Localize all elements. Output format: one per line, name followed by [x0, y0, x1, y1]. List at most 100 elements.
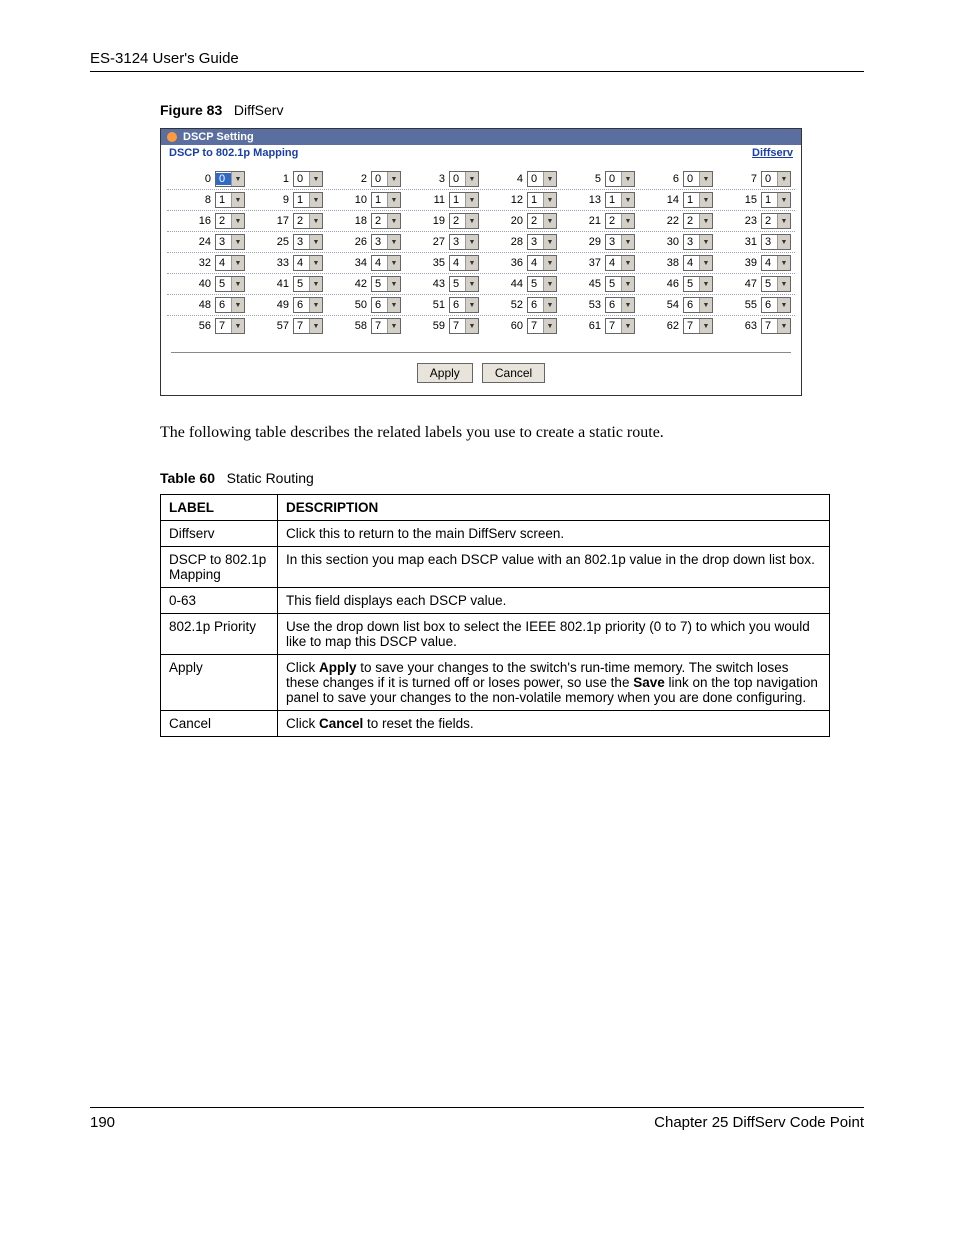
dropdown-arrow-icon: ▼ [699, 172, 712, 186]
priority-select[interactable]: 2▼ [761, 213, 791, 229]
priority-select[interactable]: 5▼ [683, 276, 713, 292]
priority-value: 3 [294, 236, 309, 248]
priority-select[interactable]: 1▼ [215, 192, 245, 208]
dropdown-arrow-icon: ▼ [621, 277, 634, 291]
dscp-cell: 50▼ [557, 171, 635, 187]
priority-value: 3 [450, 236, 465, 248]
priority-select[interactable]: 7▼ [449, 318, 479, 334]
priority-select[interactable]: 4▼ [293, 255, 323, 271]
table-row: 0-63This field displays each DSCP value. [161, 588, 830, 614]
priority-select[interactable]: 0▼ [215, 171, 245, 187]
dscp-cell: 192▼ [401, 213, 479, 229]
priority-select[interactable]: 6▼ [605, 297, 635, 313]
dscp-cell: 121▼ [479, 192, 557, 208]
dropdown-arrow-icon: ▼ [309, 214, 322, 228]
dropdown-arrow-icon: ▼ [621, 256, 634, 270]
priority-select[interactable]: 6▼ [449, 297, 479, 313]
priority-select[interactable]: 7▼ [527, 318, 557, 334]
divider [171, 352, 791, 353]
priority-select[interactable]: 3▼ [527, 234, 557, 250]
dropdown-arrow-icon: ▼ [387, 193, 400, 207]
priority-value: 3 [762, 236, 777, 248]
diffserv-link[interactable]: Diffserv [752, 147, 793, 159]
priority-select[interactable]: 1▼ [449, 192, 479, 208]
priority-select[interactable]: 0▼ [293, 171, 323, 187]
priority-select[interactable]: 2▼ [683, 213, 713, 229]
priority-select[interactable]: 0▼ [527, 171, 557, 187]
priority-select[interactable]: 5▼ [761, 276, 791, 292]
priority-value: 2 [762, 215, 777, 227]
dscp-cell: 141▼ [635, 192, 713, 208]
priority-select[interactable]: 4▼ [449, 255, 479, 271]
priority-select[interactable]: 2▼ [527, 213, 557, 229]
priority-select[interactable]: 5▼ [605, 276, 635, 292]
row-description: Click Cancel to reset the fields. [278, 711, 830, 737]
priority-select[interactable]: 5▼ [527, 276, 557, 292]
priority-select[interactable]: 4▼ [527, 255, 557, 271]
priority-select[interactable]: 6▼ [215, 297, 245, 313]
priority-select[interactable]: 0▼ [449, 171, 479, 187]
dscp-cell: 334▼ [245, 255, 323, 271]
apply-button[interactable]: Apply [417, 363, 473, 383]
priority-select[interactable]: 7▼ [683, 318, 713, 334]
priority-select[interactable]: 7▼ [293, 318, 323, 334]
priority-select[interactable]: 7▼ [761, 318, 791, 334]
priority-select[interactable]: 3▼ [371, 234, 401, 250]
priority-select[interactable]: 1▼ [605, 192, 635, 208]
dropdown-arrow-icon: ▼ [387, 172, 400, 186]
priority-select[interactable]: 5▼ [215, 276, 245, 292]
cancel-button[interactable]: Cancel [482, 363, 545, 383]
priority-select[interactable]: 5▼ [449, 276, 479, 292]
priority-select[interactable]: 2▼ [371, 213, 401, 229]
priority-select[interactable]: 0▼ [371, 171, 401, 187]
priority-select[interactable]: 2▼ [215, 213, 245, 229]
priority-select[interactable]: 2▼ [293, 213, 323, 229]
priority-select[interactable]: 1▼ [683, 192, 713, 208]
priority-select[interactable]: 7▼ [605, 318, 635, 334]
page-number: 190 [90, 1114, 115, 1131]
priority-value: 0 [294, 173, 309, 185]
priority-select[interactable]: 6▼ [371, 297, 401, 313]
priority-select[interactable]: 0▼ [605, 171, 635, 187]
priority-select[interactable]: 3▼ [449, 234, 479, 250]
figure-title: DiffServ [234, 102, 284, 118]
priority-select[interactable]: 4▼ [683, 255, 713, 271]
screenshot-titlebar: DSCP Setting [161, 129, 801, 145]
priority-select[interactable]: 4▼ [215, 255, 245, 271]
priority-select[interactable]: 5▼ [293, 276, 323, 292]
priority-select[interactable]: 3▼ [215, 234, 245, 250]
titlebar-bullet-icon [167, 132, 177, 142]
priority-select[interactable]: 4▼ [605, 255, 635, 271]
priority-select[interactable]: 5▼ [371, 276, 401, 292]
priority-select[interactable]: 6▼ [527, 297, 557, 313]
priority-select[interactable]: 7▼ [371, 318, 401, 334]
priority-select[interactable]: 0▼ [683, 171, 713, 187]
dropdown-arrow-icon: ▼ [387, 235, 400, 249]
dscp-value-label: 46 [661, 278, 679, 290]
priority-select[interactable]: 3▼ [293, 234, 323, 250]
priority-select[interactable]: 6▼ [683, 297, 713, 313]
priority-select[interactable]: 0▼ [761, 171, 791, 187]
priority-select[interactable]: 3▼ [761, 234, 791, 250]
dropdown-arrow-icon: ▼ [465, 277, 478, 291]
priority-select[interactable]: 6▼ [761, 297, 791, 313]
priority-select[interactable]: 6▼ [293, 297, 323, 313]
titlebar-text: DSCP Setting [183, 131, 254, 143]
dropdown-arrow-icon: ▼ [543, 298, 556, 312]
priority-select[interactable]: 1▼ [527, 192, 557, 208]
priority-select[interactable]: 2▼ [605, 213, 635, 229]
priority-select[interactable]: 3▼ [605, 234, 635, 250]
priority-select[interactable]: 4▼ [761, 255, 791, 271]
priority-select[interactable]: 1▼ [761, 192, 791, 208]
priority-select[interactable]: 7▼ [215, 318, 245, 334]
subheader-title: DSCP to 802.1p Mapping [169, 147, 298, 159]
dscp-cell: 445▼ [479, 276, 557, 292]
priority-value: 0 [528, 173, 543, 185]
dscp-cell: 232▼ [713, 213, 791, 229]
priority-select[interactable]: 2▼ [449, 213, 479, 229]
priority-select[interactable]: 4▼ [371, 255, 401, 271]
dscp-cell: 151▼ [713, 192, 791, 208]
priority-select[interactable]: 3▼ [683, 234, 713, 250]
priority-select[interactable]: 1▼ [371, 192, 401, 208]
priority-select[interactable]: 1▼ [293, 192, 323, 208]
